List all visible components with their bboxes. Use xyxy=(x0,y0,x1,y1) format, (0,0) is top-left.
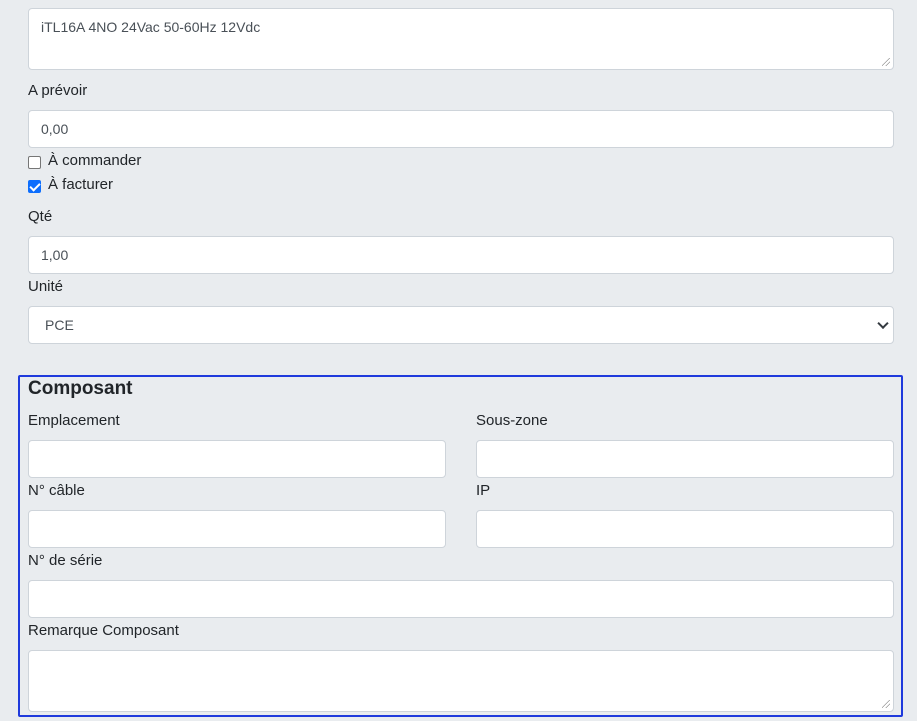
a-commander-row[interactable]: À commander xyxy=(28,151,141,171)
unite-select[interactable]: PCE xyxy=(28,306,894,344)
sous-zone-label: Sous-zone xyxy=(476,412,548,429)
sous-zone-input[interactable] xyxy=(476,440,894,478)
a-facturer-row[interactable]: À facturer xyxy=(28,175,113,195)
composant-title: Composant xyxy=(28,378,133,399)
ip-input[interactable] xyxy=(476,510,894,548)
unite-label: Unité xyxy=(28,278,64,295)
remarque-label: Remarque Composant xyxy=(28,622,179,639)
a-facturer-checkbox[interactable] xyxy=(28,179,41,193)
serie-input[interactable] xyxy=(28,580,894,618)
description-value: iTL16A 4NO 24Vac 50-60Hz 12Vdc xyxy=(41,19,261,35)
a-prevoir-value: 0,00 xyxy=(41,121,69,137)
a-facturer-label: À facturer xyxy=(48,176,114,193)
emplacement-input[interactable] xyxy=(28,440,446,478)
chevron-down-icon xyxy=(877,317,889,330)
a-commander-checkbox[interactable] xyxy=(28,155,41,169)
serie-label: N° de série xyxy=(28,552,103,569)
resize-grip-icon[interactable] xyxy=(882,700,890,708)
a-prevoir-input[interactable]: 0,00 xyxy=(28,110,894,148)
qte-value: 1,00 xyxy=(41,247,69,263)
cable-input[interactable] xyxy=(28,510,446,548)
qte-input[interactable]: 1,00 xyxy=(28,236,894,274)
remarque-textarea[interactable] xyxy=(28,650,894,712)
a-prevoir-label: A prévoir xyxy=(28,82,88,99)
description-textarea[interactable]: iTL16A 4NO 24Vac 50-60Hz 12Vdc xyxy=(28,8,894,70)
unite-selected-value: PCE xyxy=(45,317,74,333)
ip-label: IP xyxy=(476,482,491,499)
qte-label: Qté xyxy=(28,208,53,225)
resize-grip-icon[interactable] xyxy=(882,58,890,66)
emplacement-label: Emplacement xyxy=(28,412,120,429)
a-commander-label: À commander xyxy=(48,152,142,169)
cable-label: N° câble xyxy=(28,482,85,499)
